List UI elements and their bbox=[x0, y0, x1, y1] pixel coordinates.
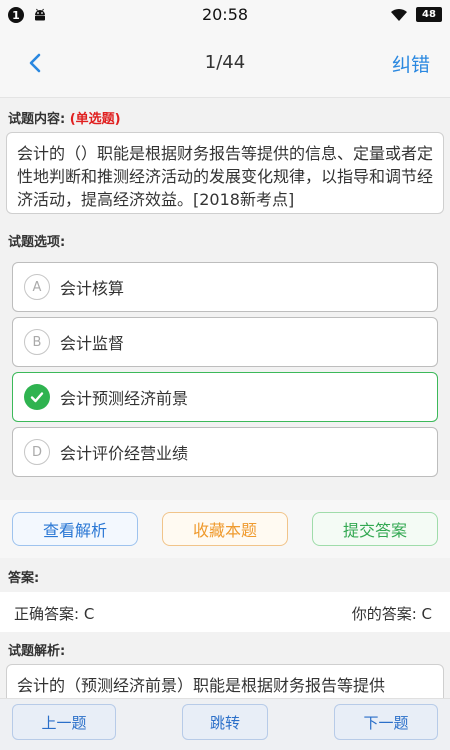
option-c[interactable]: 会计预测经济前景 bbox=[12, 372, 438, 422]
option-text: 会计评价经营业绩 bbox=[60, 444, 189, 463]
question-label: 试题内容: (单选题) bbox=[8, 108, 121, 127]
question-text: 会计的（）职能是根据财务报告等提供的信息、定量或者定性地判断和推测经济活动的发展… bbox=[6, 132, 444, 214]
status-time: 20:58 bbox=[201, 5, 249, 24]
wifi-icon bbox=[391, 8, 407, 21]
option-b[interactable]: B 会计监督 bbox=[12, 317, 438, 367]
question-content: 试题内容: (单选题) 会计的（）职能是根据财务报告等提供的信息、定量或者定性地… bbox=[0, 98, 450, 698]
option-text: 会计核算 bbox=[60, 279, 125, 298]
answer-row: 正确答案: C 你的答案: C bbox=[0, 592, 450, 632]
analysis-text: 会计的（预测经济前景）职能是根据财务报告等提供 bbox=[6, 664, 444, 698]
favorite-button[interactable]: 收藏本题 bbox=[162, 512, 288, 546]
question-label-text: 试题内容: bbox=[8, 112, 66, 127]
check-icon bbox=[24, 384, 50, 410]
view-analysis-button[interactable]: 查看解析 bbox=[12, 512, 138, 546]
option-text: 会计监督 bbox=[60, 334, 125, 353]
option-letter: D bbox=[24, 439, 50, 465]
submit-answer-button[interactable]: 提交答案 bbox=[312, 512, 438, 546]
options-label: 试题选项: bbox=[8, 235, 66, 250]
correct-answer: 正确答案: C bbox=[14, 605, 95, 623]
battery-icon: 48 bbox=[416, 7, 442, 22]
jump-button[interactable]: 跳转 bbox=[182, 704, 268, 740]
report-error-button[interactable]: 纠错 bbox=[392, 50, 430, 77]
question-type-tag: (单选题) bbox=[69, 112, 121, 127]
status-right: 48 bbox=[390, 7, 442, 22]
option-a[interactable]: A 会计核算 bbox=[12, 262, 438, 312]
analysis-label: 试题解析: bbox=[8, 644, 66, 659]
answer-label: 答案: bbox=[8, 571, 40, 586]
previous-question-button[interactable]: 上一题 bbox=[12, 704, 116, 740]
option-text: 会计预测经济前景 bbox=[60, 389, 189, 408]
nav-bar: 1/44 纠错 bbox=[0, 30, 450, 98]
next-question-button[interactable]: 下一题 bbox=[334, 704, 438, 740]
option-letter: A bbox=[24, 274, 50, 300]
option-d[interactable]: D 会计评价经营业绩 bbox=[12, 427, 438, 477]
status-bar: 1 20:58 48 bbox=[0, 0, 450, 30]
option-letter: B bbox=[24, 329, 50, 355]
action-bar: 查看解析 收藏本题 提交答案 bbox=[0, 500, 450, 558]
bottom-nav-bar: 上一题 跳转 下一题 bbox=[0, 698, 450, 750]
question-counter: 1/44 bbox=[204, 52, 246, 73]
your-answer: 你的答案: C bbox=[351, 605, 432, 623]
